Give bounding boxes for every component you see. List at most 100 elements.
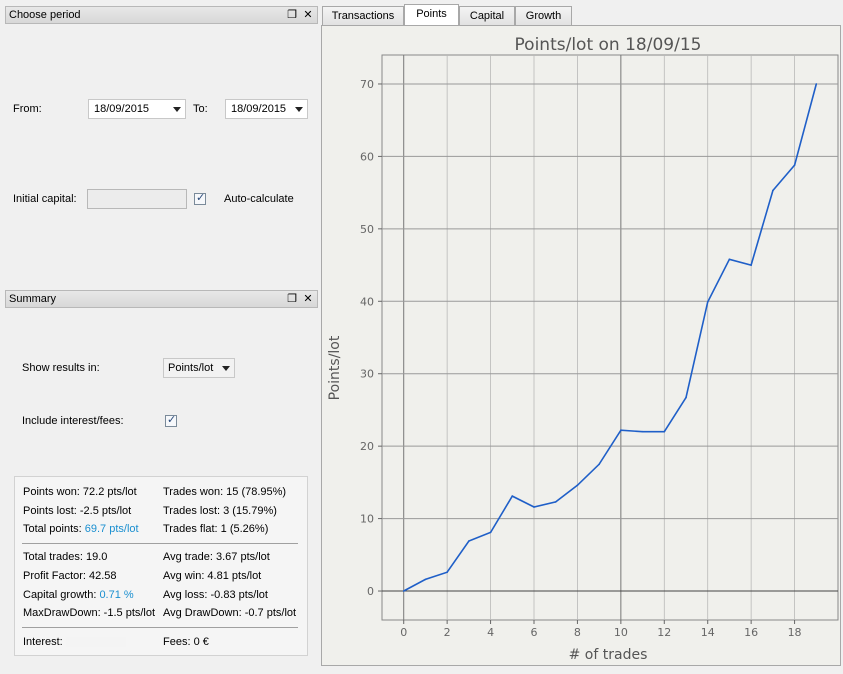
- avg-loss: Avg loss: -0.83 pts/lot: [163, 589, 268, 601]
- to-date-value: 18/09/2015: [231, 103, 287, 115]
- x-axis-label: # of trades: [569, 647, 648, 663]
- chevron-down-icon: [222, 366, 230, 371]
- data-point: [793, 164, 796, 166]
- trades-flat: Trades flat: 1 (5.26%): [163, 523, 269, 535]
- interest-value-redacted: [65, 637, 126, 648]
- tab-capital[interactable]: Capital: [459, 6, 515, 25]
- data-point: [576, 484, 579, 487]
- trades-won: Trades won: 15 (78.95%): [163, 486, 287, 498]
- show-results-value: Points/lot: [168, 362, 214, 374]
- data-point: [728, 258, 731, 261]
- to-label: To:: [193, 103, 208, 115]
- x-tick-label: 2: [444, 626, 451, 639]
- summary-title: Summary: [9, 293, 57, 305]
- data-point: [424, 578, 427, 581]
- data-point: [489, 531, 492, 534]
- total-points-label: Total points:: [23, 523, 85, 535]
- show-results-label: Show results in:: [22, 362, 100, 374]
- avg-win: Avg win: 4.81 pts/lot: [163, 570, 262, 582]
- data-point: [772, 189, 774, 192]
- fees: Fees: 0 €: [163, 636, 209, 648]
- points-chart: Points/lot on 18/09/15 Points/lot # of t…: [327, 35, 839, 663]
- data-point: [446, 571, 448, 573]
- y-tick-label: 60: [360, 150, 374, 163]
- x-tick-label: 8: [574, 626, 581, 639]
- summary-stats-box: Points won: 72.2 pts/lot Trades won: 15 …: [14, 476, 308, 656]
- x-tick-label: 0: [400, 626, 407, 639]
- chart-frame: Points/lot on 18/09/15 Points/lot # of t…: [321, 25, 841, 666]
- choose-period-header: Choose period ❐ ✕: [5, 6, 318, 24]
- chart-title: Points/lot on 18/09/15: [515, 35, 702, 55]
- divider: [22, 627, 298, 628]
- y-tick-label: 40: [360, 295, 374, 308]
- auto-calculate-label: Auto-calculate: [224, 193, 294, 205]
- tab-points[interactable]: Points: [404, 4, 459, 26]
- x-tick-label: 4: [487, 626, 494, 639]
- chevron-down-icon: [173, 107, 181, 112]
- summary-header: Summary ❐ ✕: [5, 290, 318, 308]
- total-points-value: 69.7 pts/lot: [84, 523, 139, 535]
- capital-growth: Capital growth: 0.71 %: [23, 589, 134, 601]
- tab-growth[interactable]: Growth: [515, 6, 572, 25]
- data-point: [620, 429, 622, 432]
- from-date-value: 18/09/2015: [94, 103, 150, 115]
- data-point: [685, 396, 687, 399]
- total-trades: Total trades: 19.0: [23, 551, 108, 563]
- data-point: [663, 430, 666, 433]
- y-tick-label: 10: [360, 513, 374, 526]
- data-point: [706, 301, 709, 303]
- show-results-combo[interactable]: Points/lot: [163, 358, 235, 378]
- tab-transactions[interactable]: Transactions: [322, 6, 404, 25]
- avg-drawdown: Avg DrawDown: -0.7 pts/lot: [163, 607, 297, 619]
- y-tick-label: 20: [360, 440, 374, 453]
- y-tick-label: 0: [367, 585, 374, 598]
- close-icon[interactable]: ✕: [301, 8, 315, 22]
- x-tick-label: 16: [744, 626, 758, 639]
- interest: Interest:: [23, 636, 126, 648]
- points-lost: Points lost: -2.5 pts/lot: [23, 505, 132, 517]
- include-fees-checkbox[interactable]: [165, 413, 177, 427]
- initial-capital-label: Initial capital:: [13, 193, 77, 205]
- max-drawdown: MaxDrawDown: -1.5 pts/lot: [23, 607, 156, 619]
- tab-capital-label: Capital: [469, 10, 505, 22]
- from-label: From:: [13, 103, 42, 115]
- data-point: [641, 430, 644, 433]
- tab-growth-label: Growth: [525, 10, 562, 22]
- initial-capital-input[interactable]: [87, 189, 187, 209]
- profit-factor: Profit Factor: 42.58: [23, 570, 117, 582]
- y-tick-label: 50: [360, 223, 374, 236]
- interest-label: Interest:: [23, 636, 63, 648]
- x-tick-label: 18: [788, 626, 802, 639]
- x-tick-label: 10: [614, 626, 628, 639]
- include-fees-label: Include interest/fees:: [22, 415, 124, 427]
- y-tick-label: 30: [360, 368, 374, 381]
- data-point: [402, 590, 405, 592]
- x-tick-label: 12: [657, 626, 671, 639]
- float-icon[interactable]: ❐: [285, 292, 299, 306]
- plot-area: [381, 54, 839, 621]
- total-points: Total points: 69.7 pts/lot: [23, 523, 139, 535]
- close-icon[interactable]: ✕: [301, 292, 315, 306]
- data-point: [511, 495, 514, 497]
- data-point: [750, 264, 752, 266]
- divider: [22, 543, 298, 544]
- capital-growth-value: 0.71 %: [99, 589, 134, 601]
- tab-transactions-label: Transactions: [331, 10, 395, 22]
- choose-period-title: Choose period: [9, 9, 81, 21]
- avg-trade: Avg trade: 3.67 pts/lot: [163, 551, 270, 563]
- data-point: [468, 540, 470, 542]
- from-date-combo[interactable]: 18/09/2015: [88, 99, 186, 119]
- to-date-combo[interactable]: 18/09/2015: [225, 99, 308, 119]
- data-point: [815, 83, 818, 85]
- capital-growth-label: Capital growth:: [23, 589, 100, 601]
- y-tick-label: 70: [360, 78, 374, 91]
- chevron-down-icon: [295, 107, 303, 112]
- y-axis-label: Points/lot: [327, 335, 343, 400]
- x-tick-label: 14: [701, 626, 715, 639]
- float-icon[interactable]: ❐: [285, 8, 299, 22]
- data-point: [598, 463, 600, 466]
- points-won: Points won: 72.2 pts/lot: [23, 486, 137, 498]
- data-point: [533, 506, 535, 508]
- auto-calculate-checkbox[interactable]: [194, 191, 206, 205]
- data-point: [554, 501, 557, 503]
